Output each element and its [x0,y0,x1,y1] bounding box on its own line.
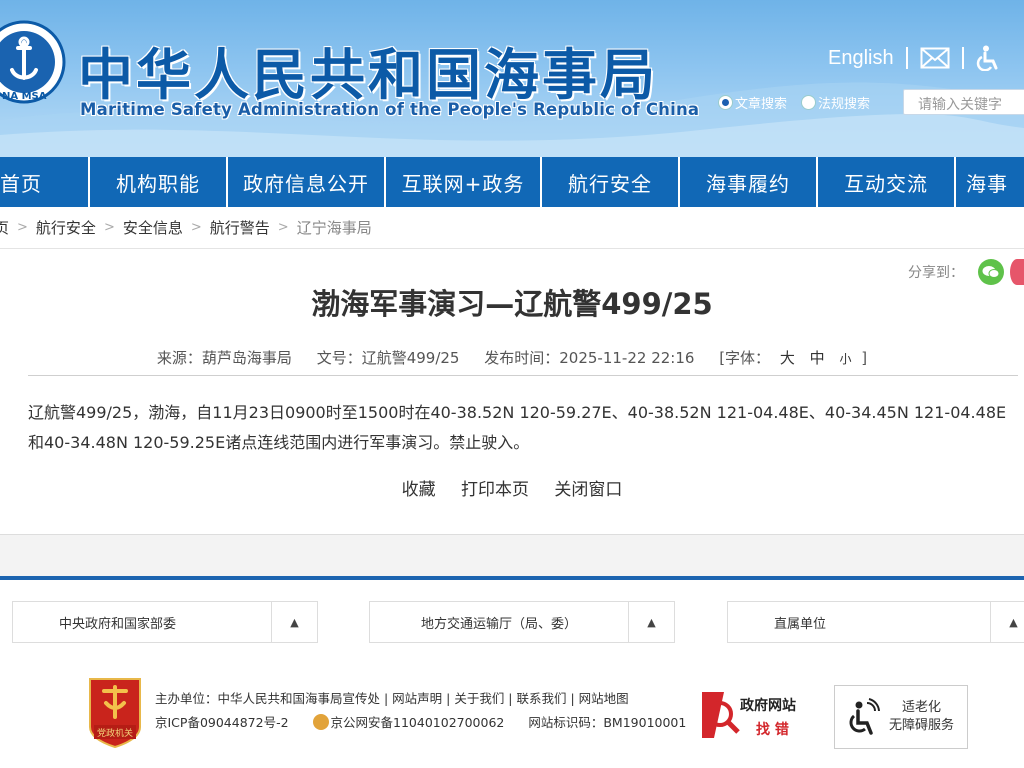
breadcrumb-separator: > [103,220,115,235]
article-divider [28,375,1018,376]
nav-item-internet-gov[interactable]: 互联网+政务 [386,157,542,207]
article-search-label[interactable]: 文章搜索 [735,93,787,112]
law-search-radio[interactable] [801,95,817,110]
footer-info: 主办单位：中华人民共和国海事局宣传处 | 网站声明 | 关于我们 | 联系我们 … [155,687,686,735]
footer-host-line[interactable]: 主办单位：中华人民共和国海事局宣传处 | 网站声明 | 关于我们 | 联系我们 … [155,687,686,711]
nav-item-home[interactable]: 首页 [0,157,90,207]
law-search-label[interactable]: 法规搜索 [818,93,870,112]
direct-units-dropdown[interactable]: 直属单位 ▲ [727,601,1024,643]
divider [905,47,908,69]
breadcrumb-separator: > [277,220,289,235]
police-badge-icon [312,714,329,730]
article-actions: 收藏 打印本页 关闭窗口 [0,475,1024,500]
nav-item-interaction[interactable]: 互动交流 [818,157,956,207]
local-transport-dropdown[interactable]: 地方交通运输厅（局、委） ▲ [369,601,675,643]
breadcrumb-current[interactable]: 辽宁海事局 [297,217,372,238]
breadcrumb-separator: > [190,220,202,235]
icp-number[interactable]: 京ICP备09044872号-2 [155,715,289,730]
age-friendly-service[interactable]: 适老化 无障碍服务 [834,685,968,749]
english-link[interactable]: English [828,47,894,70]
font-size-large[interactable]: 大 [780,349,795,367]
article-panel: 分享到： 渤海军事演习—辽航警499/25 来源：葫芦岛海事局 文号：辽航警49… [0,249,1024,535]
nav-item-more[interactable]: 海事 [956,157,1024,207]
search-input[interactable]: 请输入关键字 [903,89,1024,115]
chevron-up-icon[interactable]: ▲ [271,602,317,642]
party-gov-badge[interactable]: 党政机关 [86,677,144,749]
breadcrumb-separator: > [17,220,28,235]
breadcrumb: 页 > 航行安全 > 安全信息 > 航行警告 > 辽宁海事局 [0,207,1024,249]
font-size-close: ] [861,349,868,367]
article-search-radio[interactable] [718,95,733,110]
breadcrumb-home[interactable]: 页 [0,217,9,238]
font-size-label: [字体： [719,349,771,367]
accessibility-wheelchair-icon [849,698,880,735]
divider [961,47,964,69]
age-friendly-label: 适老化 [902,700,942,715]
search-options: 文章搜索 法规搜索 [718,93,870,112]
share-label: 分享到： [908,265,964,281]
top-links: English [828,45,1000,71]
age-friendly-text: 适老化 无障碍服务 [889,699,954,735]
article-title: 渤海军事演习—辽航警499/25 [311,287,713,321]
site-id-code: 网站标识码：BM19010001 [528,715,687,730]
font-size-controls: [字体： 大 中 小 ] [719,349,867,367]
main-nav: 首页 机构职能 政府信息公开 互联网+政务 航行安全 海事履约 互动交流 海事 [0,157,1024,207]
svg-text:NA MSA: NA MSA [2,91,47,102]
barrier-free-label: 无障碍服务 [889,718,955,733]
chevron-up-icon[interactable]: ▲ [628,602,674,642]
site-footer: 中央政府和国家部委 ▲ 地方交通运输厅（局、委） ▲ 直属单位 ▲ 党政机关 主… [0,580,1024,768]
dropdown-label: 中央政府和国家部委 [59,616,177,632]
font-size-medium[interactable]: 中 [810,349,825,367]
nav-item-gov-info[interactable]: 政府信息公开 [228,157,386,207]
accessibility-icon[interactable] [976,45,1000,71]
site-header: NA MSA 中华人民共和国海事局 Maritime Safety Admini… [0,0,1024,157]
nav-item-functions[interactable]: 机构职能 [90,157,228,207]
msa-logo[interactable]: NA MSA [0,20,66,104]
nav-item-navigation-safety[interactable]: 航行安全 [542,157,680,207]
favorite-link[interactable]: 收藏 [402,480,436,500]
breadcrumb-safety-info[interactable]: 安全信息 [123,217,183,238]
site-title-chinese: 中华人民共和国海事局 [78,43,659,107]
svg-text:找 错: 找 错 [756,721,789,738]
print-link[interactable]: 打印本页 [461,480,529,500]
dropdown-label: 直属单位 [774,616,827,632]
article-meta: 来源：葫芦岛海事局 文号：辽航警499/25 发布时间：2025-11-22 2… [0,347,1024,368]
central-gov-dropdown[interactable]: 中央政府和国家部委 ▲ [12,601,318,643]
article-publish-time: 发布时间：2025-11-22 22:16 [484,349,695,367]
footer-registration: 京ICP备09044872号-2 京公网安备11040102700062 网站标… [155,711,686,735]
article-source: 来源：葫芦岛海事局 [156,349,292,367]
close-window-link[interactable]: 关闭窗口 [554,480,622,500]
police-record[interactable]: 京公网安备11040102700062 [331,715,505,730]
font-size-small[interactable]: 小 [839,352,851,366]
site-title-english: Maritime Safety Administration of the Pe… [80,100,700,119]
article-body: 辽航警499/25，渤海，自11月23日0900时至1500时在40-38.52… [28,403,1007,452]
dropdown-label: 地方交通运输厅（局、委） [420,616,577,632]
article-doc-number: 文号：辽航警499/25 [316,349,460,367]
gov-site-find-error-badge[interactable]: 政府网站 找 错 [700,688,816,742]
nav-item-compliance[interactable]: 海事履约 [680,157,818,207]
svg-text:党政机关: 党政机关 [97,727,133,739]
svg-text:政府网站: 政府网站 [740,697,796,714]
mail-icon[interactable] [920,47,950,69]
chevron-up-icon[interactable]: ▲ [990,602,1024,642]
breadcrumb-navigation-safety[interactable]: 航行安全 [36,217,96,238]
breadcrumb-nav-warnings[interactable]: 航行警告 [210,217,270,238]
